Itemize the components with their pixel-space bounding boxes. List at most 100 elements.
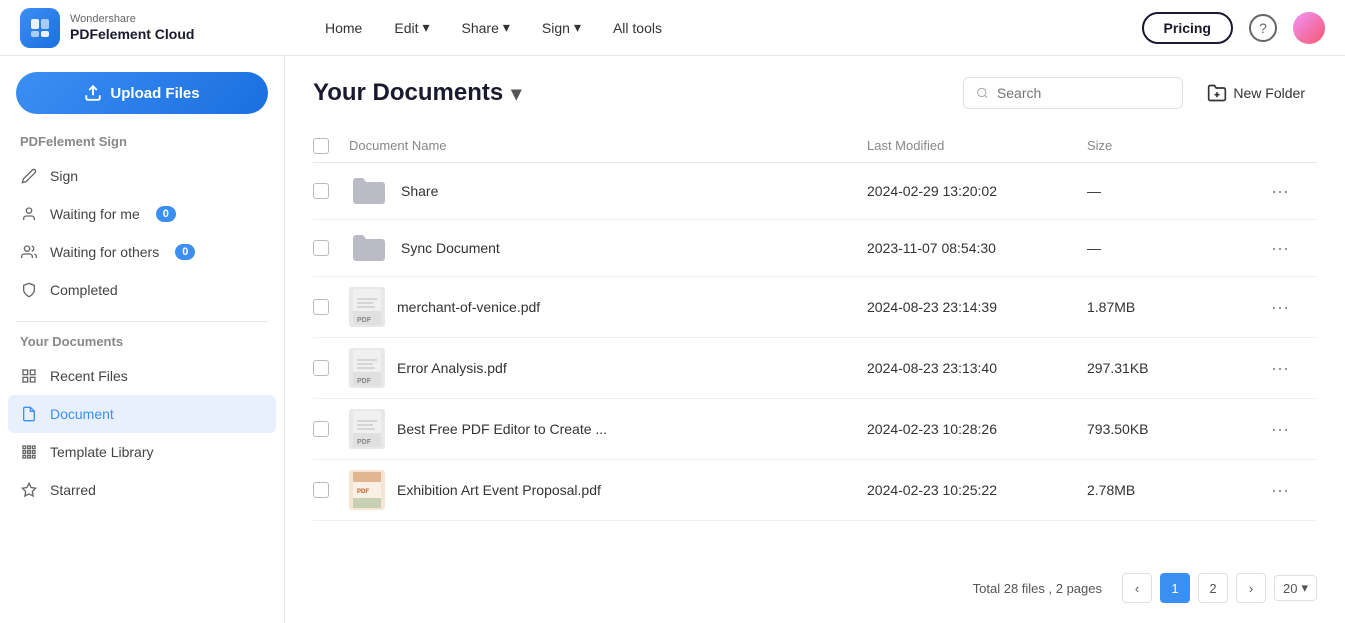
folder-icon: [349, 230, 389, 266]
file-modified: 2024-02-23 10:25:22: [867, 482, 1087, 498]
sidebar-item-waiting-for-others[interactable]: Waiting for others 0: [0, 233, 284, 271]
file-size: 2.78MB: [1087, 482, 1267, 498]
content-title[interactable]: Your Documents ▾: [313, 79, 521, 107]
select-all-checkbox[interactable]: [313, 138, 329, 154]
file-name-cell: PDF Error Analysis.pdf: [349, 348, 867, 388]
page-1-button[interactable]: 1: [1160, 573, 1190, 603]
docs-section-label: Your Documents: [0, 334, 284, 357]
sign-section-label: PDFelement Sign: [0, 134, 284, 157]
waiting-for-others-icon: [20, 243, 38, 261]
file-size: 297.31KB: [1087, 360, 1267, 376]
chevron-down-icon: ▾: [511, 81, 521, 106]
content-header: Your Documents ▾ New Folder: [313, 76, 1317, 110]
file-name-cell: PDF Best Free PDF Editor to Create ...: [349, 409, 867, 449]
file-modified: 2023-11-07 08:54:30: [867, 240, 1087, 256]
nav-home[interactable]: Home: [325, 20, 362, 36]
more-options-button[interactable]: ···: [1267, 234, 1293, 262]
sidebar-item-document[interactable]: Document: [8, 395, 276, 433]
search-input[interactable]: [997, 85, 1170, 101]
sidebar-divider: [16, 321, 268, 322]
svg-text:PDF: PDF: [357, 489, 369, 495]
file-modified: 2024-08-23 23:13:40: [867, 360, 1087, 376]
svg-text:PDF: PDF: [357, 439, 372, 446]
upload-files-button[interactable]: Upload Files: [16, 72, 268, 114]
prev-page-button[interactable]: ‹: [1122, 573, 1152, 603]
select-all-checkbox-cell: [313, 138, 349, 154]
pdf-icon: PDF: [349, 287, 385, 327]
product-name: PDFelement Cloud: [70, 26, 194, 43]
search-icon: [976, 86, 989, 100]
sidebar-item-completed[interactable]: Completed: [0, 271, 284, 309]
page-2-button[interactable]: 2: [1198, 573, 1228, 603]
logo-text: Wondershare PDFelement Cloud: [70, 13, 194, 43]
main-layout: Upload Files PDFelement Sign Sign Waitin…: [0, 56, 1345, 623]
col-name: Document Name: [349, 138, 867, 154]
completed-icon: [20, 281, 38, 299]
file-size: —: [1087, 240, 1267, 256]
waiting-for-me-badge: 0: [156, 206, 176, 222]
sidebar-item-template-library[interactable]: Template Library: [0, 433, 284, 471]
more-options-button[interactable]: ···: [1267, 293, 1293, 321]
more-options-button[interactable]: ···: [1267, 476, 1293, 504]
file-name-cell: Share: [349, 173, 867, 209]
sidebar-waiting-for-me-label: Waiting for me: [50, 206, 140, 222]
table-row: PDF Error Analysis.pdf 2024-08-23 23:13:…: [313, 338, 1317, 399]
file-name-cell: PDF Exhibition Art Event Proposal.pdf: [349, 470, 867, 510]
file-name: Best Free PDF Editor to Create ...: [397, 421, 607, 437]
nav-right: Pricing ?: [1142, 12, 1325, 44]
nav-edit[interactable]: Edit ▾: [394, 19, 429, 36]
nav-share[interactable]: Share ▾: [462, 19, 510, 36]
pdf-icon: PDF: [349, 348, 385, 388]
pagination-total: Total 28 files , 2 pages: [973, 581, 1102, 596]
per-page-select[interactable]: 20 ▾: [1274, 575, 1317, 601]
svg-text:PDF: PDF: [357, 317, 372, 324]
nav-all-tools[interactable]: All tools: [613, 20, 662, 36]
next-page-button[interactable]: ›: [1236, 573, 1266, 603]
app-logo-icon[interactable]: [20, 8, 60, 48]
file-size: —: [1087, 183, 1267, 199]
nav-sign[interactable]: Sign ▾: [542, 19, 581, 36]
avatar[interactable]: [1293, 12, 1325, 44]
sidebar-item-starred[interactable]: Starred: [0, 471, 284, 509]
more-options-button[interactable]: ···: [1267, 177, 1293, 205]
recent-files-icon: [20, 367, 38, 385]
col-size: Size: [1087, 138, 1267, 154]
new-folder-button[interactable]: New Folder: [1195, 76, 1317, 110]
sidebar-recent-files-label: Recent Files: [50, 368, 128, 384]
more-options-button[interactable]: ···: [1267, 354, 1293, 382]
file-rows: Share 2024-02-29 13:20:02 — ··· Sync Doc…: [313, 163, 1317, 521]
per-page-value: 20: [1283, 581, 1297, 596]
sign-icon: [20, 167, 38, 185]
help-icon[interactable]: ?: [1249, 14, 1277, 42]
pagination: Total 28 files , 2 pages ‹ 1 2 › 20 ▾: [313, 561, 1317, 603]
top-nav: Wondershare PDFelement Cloud Home Edit ▾…: [0, 0, 1345, 56]
search-input-wrap[interactable]: [963, 77, 1183, 109]
sidebar-starred-label: Starred: [50, 482, 96, 498]
col-modified: Last Modified: [867, 138, 1087, 154]
sidebar-document-label: Document: [50, 406, 114, 422]
more-options-button[interactable]: ···: [1267, 415, 1293, 443]
pdf-icon: PDF: [349, 409, 385, 449]
file-name-cell: PDF merchant-of-venice.pdf: [349, 287, 867, 327]
row-checkbox[interactable]: [313, 299, 329, 315]
sidebar-item-sign[interactable]: Sign: [0, 157, 284, 195]
row-checkbox[interactable]: [313, 360, 329, 376]
sidebar-item-recent-files[interactable]: Recent Files: [0, 357, 284, 395]
document-table: Document Name Last Modified Size Share 2…: [313, 130, 1317, 561]
search-bar: New Folder: [963, 76, 1317, 110]
file-name-cell: Sync Document: [349, 230, 867, 266]
table-row: Share 2024-02-29 13:20:02 — ···: [313, 163, 1317, 220]
row-checkbox[interactable]: [313, 240, 329, 256]
sidebar-item-waiting-for-me[interactable]: Waiting for me 0: [0, 195, 284, 233]
file-name: Sync Document: [401, 240, 500, 256]
starred-icon: [20, 481, 38, 499]
row-checkbox[interactable]: [313, 421, 329, 437]
pricing-button[interactable]: Pricing: [1142, 12, 1233, 44]
chevron-down-icon: ▾: [503, 19, 510, 36]
sidebar-template-library-label: Template Library: [50, 444, 154, 460]
table-row: PDF Exhibition Art Event Proposal.pdf 20…: [313, 460, 1317, 521]
content-area: Your Documents ▾ New Folder: [285, 56, 1345, 623]
file-modified: 2024-02-29 13:20:02: [867, 183, 1087, 199]
row-checkbox[interactable]: [313, 183, 329, 199]
row-checkbox[interactable]: [313, 482, 329, 498]
